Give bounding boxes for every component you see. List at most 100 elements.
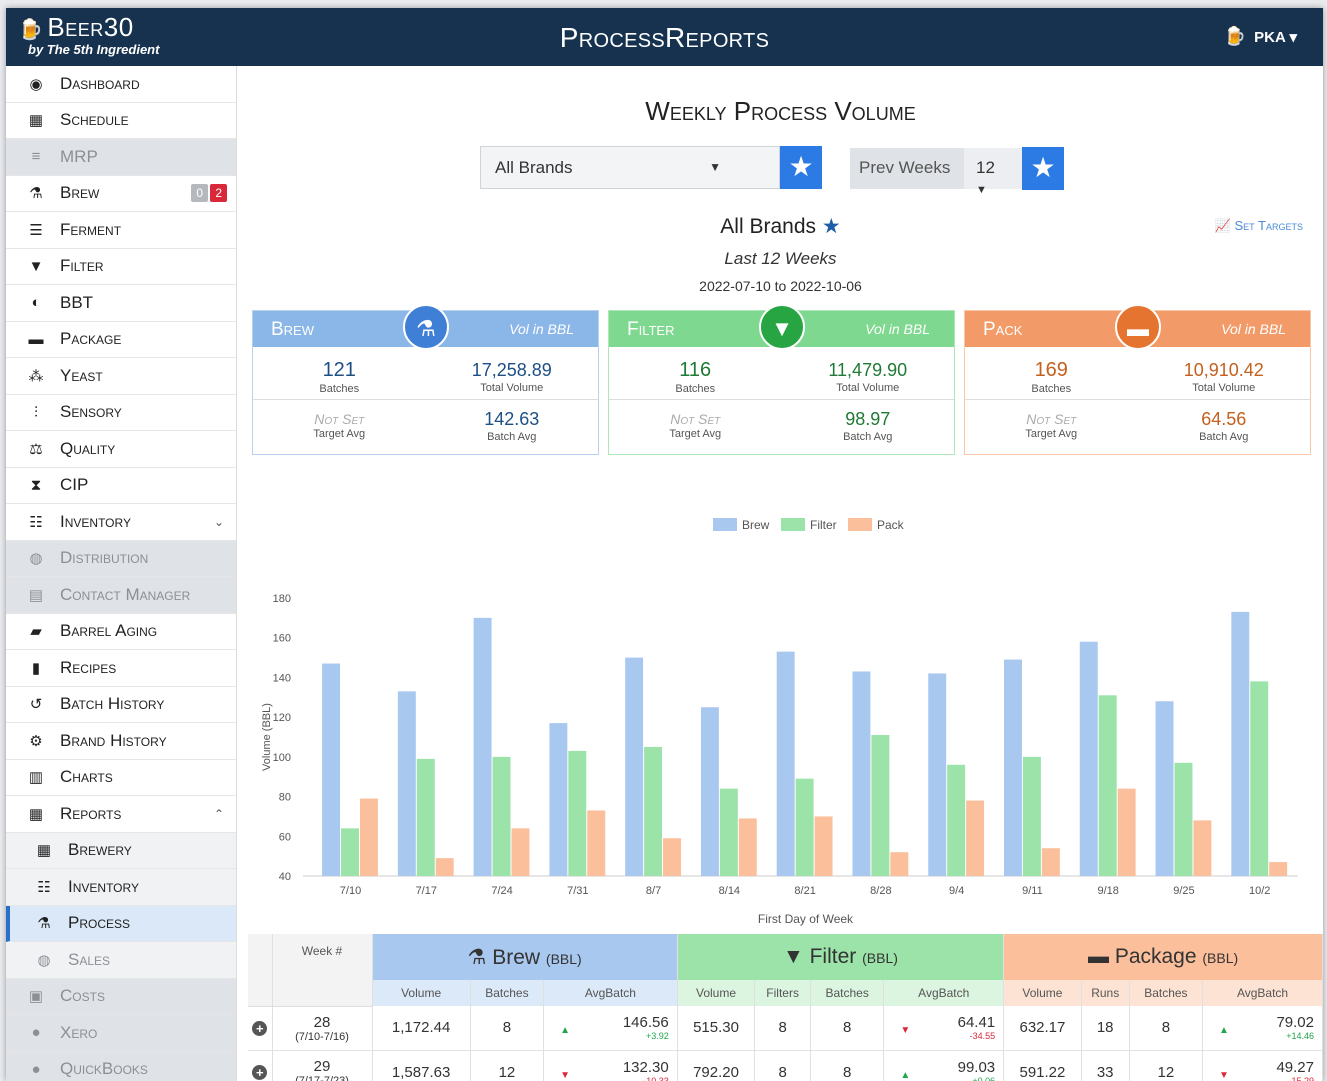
sidebar-item-package[interactable]: ▬ Package — [6, 322, 236, 358]
batches-stat: 169 Batches — [965, 359, 1138, 395]
x-tick-label: 9/4 — [949, 885, 964, 897]
sidebar-item-brew[interactable]: ⚗ Brew 0 2 — [6, 176, 236, 212]
sidebar-item-filter[interactable]: ▼ Filter — [6, 249, 236, 285]
y-tick-label: 40 — [279, 871, 291, 883]
group-header-filter: ▼ Filter (BBL) — [677, 934, 1005, 980]
x-tick-label: 9/11 — [1022, 885, 1043, 897]
brand-select-value: All Brands — [495, 158, 573, 177]
sidebar-item-inventory[interactable]: ☷ Inventory ⌄ — [6, 504, 236, 541]
bar-brew — [1079, 641, 1098, 876]
sidebar-item-brewery[interactable]: ▦ Brewery — [6, 832, 236, 869]
weeks-select[interactable]: 12 ▼ — [964, 148, 1022, 196]
sidebar-item-inventory[interactable]: ☷ Inventory — [6, 869, 236, 906]
sidebar-item-label: Distribution — [60, 548, 149, 568]
sidebar-item-bbt[interactable]: ◐ BBT — [6, 285, 236, 322]
sidebar-item-brand-history[interactable]: ⚙ Brand History — [6, 723, 236, 760]
table-cell: 8 — [810, 1050, 885, 1081]
y-tick-label: 80 — [279, 792, 291, 804]
y-tick-label: 160 — [273, 633, 291, 645]
sidebar-item-label: Package — [60, 329, 122, 349]
caret-down-icon: ▾ — [1289, 29, 1297, 46]
hourglass-icon: ⧗ — [30, 476, 42, 494]
batches-label: Batches — [319, 383, 360, 395]
globe-icon: ◍ — [37, 951, 51, 969]
sidebar-item-mrp[interactable]: ≡ MRP — [6, 139, 236, 176]
favorite-weeks-button[interactable]: ★ — [1022, 147, 1064, 190]
summary-card-filter: Filter ▼ Vol in BBL 116 Batches 11,479.90 Tota… — [608, 304, 955, 455]
column-header: Volume — [372, 980, 471, 1006]
card-divider — [253, 399, 598, 400]
x-tick-label: 9/25 — [1173, 885, 1194, 897]
target-avg-stat: Not Set Target Avg — [965, 411, 1138, 440]
target-avg-label: Target Avg — [1025, 428, 1078, 440]
total-volume-stat: 10,910.42 Total Volume — [1138, 360, 1311, 394]
bar-filter — [1022, 756, 1041, 876]
top-navbar: 🍺 Beer30 by The 5th Ingredient ProcessRep… — [6, 8, 1323, 66]
y-tick-label: 60 — [279, 831, 291, 843]
beer-mug-icon: 🍺 — [1223, 26, 1247, 46]
x-tick-label: 8/7 — [646, 885, 661, 897]
expand-row-button[interactable]: + — [248, 1050, 273, 1081]
target-avg-value: Not Set — [670, 411, 721, 427]
sidebar-item-dashboard[interactable]: ◉ Dashboard — [6, 66, 236, 103]
weeks-select-value: 12 — [976, 158, 995, 177]
legend-label: Brew — [742, 518, 770, 532]
sidebar-item-label: Inventory — [60, 511, 131, 531]
sidebar-item-distribution[interactable]: ◍ Distribution — [6, 540, 236, 577]
bar-pack — [1117, 788, 1136, 876]
chevron-up-icon: ⌃ — [213, 806, 224, 821]
sidebar-item-label: Filter — [60, 256, 104, 276]
sidebar-item-label: Costs — [60, 986, 105, 1006]
expand-row-button[interactable]: + — [248, 1006, 273, 1050]
bar-filter — [1174, 762, 1193, 876]
favorite-brand-button[interactable]: ★ — [780, 146, 822, 189]
filter-icon: ▼ — [759, 304, 805, 350]
sidebar-item-contact-manager[interactable]: ▤ Contact Manager — [6, 577, 236, 614]
arrow-up-icon: ▲ — [1219, 1025, 1229, 1037]
sidebar-item-recipes[interactable]: ▮ Recipes — [6, 650, 236, 687]
selected-brand-heading: All Brands ★ — [238, 214, 1323, 239]
sidebar-item-batch-history[interactable]: ↺ Batch History — [6, 687, 236, 723]
summary-card-brew: Brew ⚗ Vol in BBL 121 Batches 17,258.89 Total … — [252, 304, 599, 455]
archive-icon: ▬ — [1087, 945, 1109, 968]
sidebar-item-quickbooks[interactable]: ● QuickBooks — [6, 1051, 236, 1081]
bar-pack — [1193, 820, 1212, 876]
sidebar-item-barrel-aging[interactable]: ▰ Barrel Aging — [6, 614, 236, 650]
sidebar-item-quality[interactable]: ⚖ Quality — [6, 431, 236, 468]
total-volume-stat: 17,258.89 Total Volume — [426, 360, 599, 394]
sidebar-item-reports[interactable]: ▦ Reports ⌃ — [6, 796, 236, 833]
card-unit: Vol in BBL — [509, 321, 574, 337]
x-tick-label: 7/17 — [416, 885, 437, 897]
sidebar-item-xero[interactable]: ● Xero — [6, 1015, 236, 1052]
sidebar-item-charts[interactable]: ▥ Charts — [6, 760, 236, 796]
sidebar-item-cip[interactable]: ⧗ CIP — [6, 468, 236, 504]
sidebar-item-yeast[interactable]: ⁂ Yeast — [6, 358, 236, 395]
sidebar-item-sales[interactable]: ◍ Sales — [6, 942, 236, 979]
avg-batch-value: 79.02 — [1276, 1014, 1314, 1032]
sidebar-item-label: Process — [68, 913, 131, 933]
sidebar-item-costs[interactable]: ▣ Costs — [6, 978, 236, 1015]
sidebar-item-sensory[interactable]: ⫶ Sensory — [6, 395, 236, 431]
sidebar-item-label: QuickBooks — [60, 1059, 148, 1079]
filter-icon: ▼ — [28, 257, 44, 275]
money-icon: ▣ — [28, 988, 44, 1006]
batch-avg-stat: 142.63 Batch Avg — [426, 409, 599, 443]
prev-weeks-label: Prev Weeks — [850, 148, 964, 189]
star-icon: ★ — [788, 151, 814, 182]
brand-select[interactable]: All Brands ▼ — [480, 146, 780, 189]
database-icon: ☰ — [29, 221, 43, 239]
table-cell: 591.22 — [1003, 1050, 1082, 1081]
sidebar-item-ferment[interactable]: ☰ Ferment — [6, 212, 236, 249]
bar-brew — [1004, 659, 1022, 876]
x-tick-label: 8/14 — [719, 885, 740, 897]
sidebar-item-label: Brand History — [60, 730, 167, 750]
week-number: 28 — [313, 1013, 331, 1031]
bar-filter — [644, 746, 663, 876]
bar-filter — [492, 756, 511, 876]
sidebar-item-label: CIP — [60, 475, 89, 495]
sidebar-item-schedule[interactable]: ▦ Schedule — [6, 103, 236, 139]
user-menu[interactable]: 🍺 PKA ▾ — [1224, 26, 1297, 47]
sidebar-item-label: Brewery — [68, 840, 132, 860]
set-targets-link[interactable]: 📈 Set Targets — [1215, 218, 1303, 234]
sidebar-item-process[interactable]: ⚗ Process — [6, 905, 236, 942]
